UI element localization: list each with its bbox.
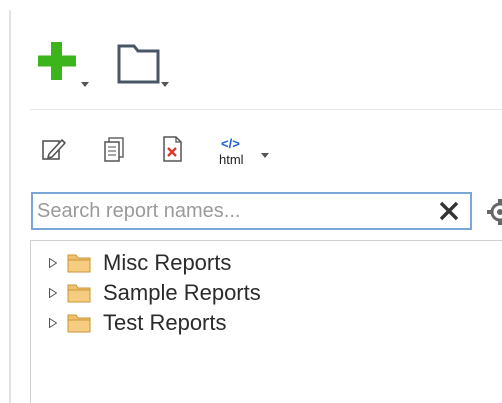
search-box (31, 192, 472, 230)
copy-report-button[interactable] (100, 134, 130, 164)
edit-icon (42, 139, 66, 160)
folder-icon (67, 254, 91, 273)
search-settings-button[interactable] (486, 198, 502, 226)
export-html-button[interactable]: </> html (214, 134, 274, 167)
expand-arrow-icon[interactable] (49, 288, 57, 298)
tree-item-test-reports[interactable]: Test Reports (45, 309, 465, 337)
clear-search-button[interactable] (438, 200, 460, 222)
toolbar-divider (30, 109, 502, 110)
new-report-button[interactable] (36, 40, 96, 90)
gear-icon (487, 199, 502, 225)
delete-icon (163, 136, 182, 162)
html-export-icon: </> html (219, 136, 269, 167)
new-folder-button[interactable] (116, 40, 176, 90)
report-browser-panel: </> html Search report names... Misc Rep… (0, 0, 502, 403)
close-icon (439, 201, 459, 221)
folder-icon (67, 314, 91, 333)
tree-item-sample-reports[interactable]: Sample Reports (45, 279, 465, 307)
tree-item-misc-reports[interactable]: Misc Reports (45, 249, 465, 277)
tree-item-label: Misc Reports (103, 250, 232, 275)
search-input[interactable] (37, 197, 432, 225)
tree-item-label: Test Reports (103, 310, 227, 335)
html-code-label: </> (221, 136, 240, 151)
expand-arrow-icon[interactable] (49, 318, 57, 328)
tree-item-label: Sample Reports (103, 280, 261, 305)
report-tree: Misc Reports Sample Reports Test Reports (30, 240, 502, 403)
delete-report-button[interactable] (158, 134, 188, 164)
folder-dropdown-icon (117, 44, 169, 87)
panel-left-border (9, 10, 11, 403)
main-toolbar (30, 38, 330, 88)
folder-icon (67, 284, 91, 303)
edit-report-button[interactable] (38, 134, 68, 164)
html-label: html (219, 152, 244, 167)
top-margin (0, 0, 502, 10)
expand-arrow-icon[interactable] (49, 258, 57, 268)
copy-icon (104, 137, 124, 162)
plus-dropdown-icon (38, 42, 89, 87)
secondary-toolbar: </> html (30, 134, 330, 174)
